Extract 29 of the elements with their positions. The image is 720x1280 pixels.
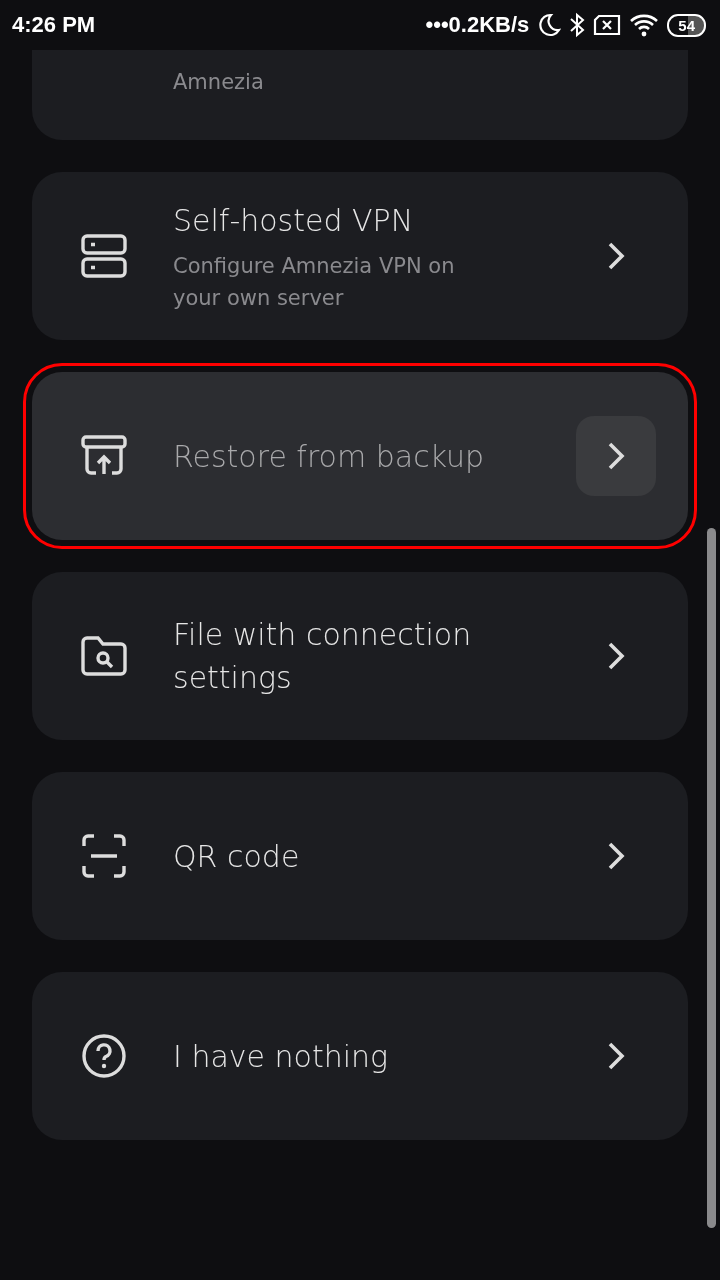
chevron-button[interactable] bbox=[576, 416, 656, 496]
option-card[interactable]: File with connection settings bbox=[32, 572, 688, 740]
chevron-right-icon bbox=[606, 241, 626, 271]
option-title: Restore from backup bbox=[173, 437, 486, 476]
help-icon bbox=[80, 1032, 128, 1080]
chevron-right-icon bbox=[606, 441, 626, 471]
scan-icon bbox=[80, 832, 128, 880]
option-title: File with connection settings bbox=[173, 616, 473, 697]
wifi-icon bbox=[629, 13, 660, 37]
scrollbar[interactable] bbox=[707, 528, 716, 1228]
network-speed: •••0.2KB/s bbox=[425, 12, 530, 38]
sim-icon bbox=[593, 14, 622, 36]
option-title: Self-hosted VPN bbox=[173, 201, 415, 240]
option-card[interactable]: Amnezia bbox=[32, 50, 688, 140]
chevron-right-icon bbox=[606, 1041, 626, 1071]
clock: 4:26 PM bbox=[12, 12, 96, 38]
option-card[interactable]: Self-hosted VPN Configure Amnezia VPN on your own server bbox=[32, 172, 688, 340]
battery-indicator: 54 bbox=[667, 13, 706, 37]
option-card[interactable]: I have nothing bbox=[32, 972, 688, 1140]
option-title: I have nothing bbox=[173, 1037, 390, 1076]
bluetooth-icon bbox=[569, 12, 586, 38]
moon-icon bbox=[537, 12, 562, 38]
option-card[interactable]: QR code bbox=[32, 772, 688, 940]
option-title: QR code bbox=[173, 837, 301, 876]
chevron-right-icon bbox=[606, 841, 626, 871]
option-description: Amnezia bbox=[173, 69, 265, 96]
server-icon bbox=[80, 232, 128, 280]
option-description: Configure Amnezia VPN on your own server bbox=[173, 252, 456, 312]
chevron-right-icon bbox=[606, 641, 626, 671]
